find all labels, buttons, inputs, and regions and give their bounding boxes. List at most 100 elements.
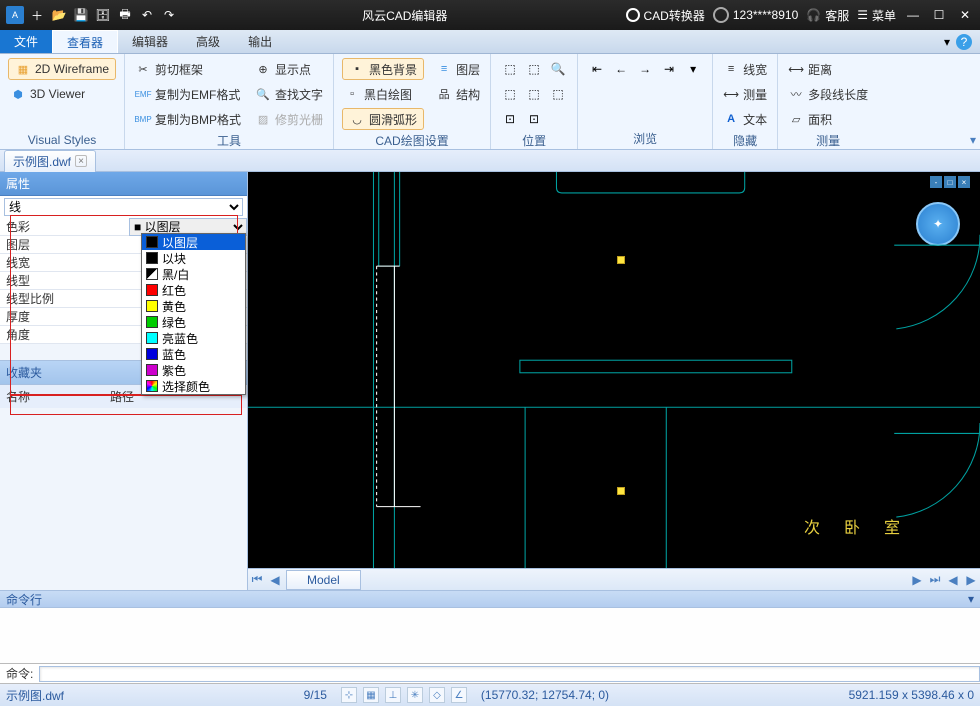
pos-btn-8[interactable]: ⊡ [523, 108, 545, 130]
dd-yellow[interactable]: 黄色 [142, 298, 245, 314]
sb-polar-icon[interactable]: ✳ [407, 687, 423, 703]
menu-viewer[interactable]: 查看器 [52, 30, 118, 53]
btn-clip-frame[interactable]: ✂剪切框架 [133, 58, 243, 80]
doc-tab[interactable]: 示例图.dwf × [4, 150, 96, 172]
btn-copy-emf[interactable]: EMF复制为EMF格式 [133, 83, 243, 105]
command-input[interactable] [39, 666, 980, 682]
nav-prev-icon[interactable]: ← [610, 58, 632, 80]
btn-hide-lw[interactable]: ≡线宽 [721, 58, 769, 80]
entity-type-row: 线 [0, 196, 247, 218]
model-first-icon[interactable]: ⏮ [248, 572, 266, 587]
drawing-canvas[interactable]: -□× ✦ [248, 172, 980, 568]
btn-2d-wireframe[interactable]: ▦2D Wireframe [8, 58, 116, 80]
btn-trim-raster: ▨修剪光栅 [253, 108, 325, 130]
status-coords: (15770.32; 12754.74; 0) [481, 688, 609, 702]
doc-tab-close-icon[interactable]: × [75, 155, 87, 167]
app-title: 风云CAD编辑器 [362, 7, 447, 24]
sb-osnap-icon[interactable]: ◇ [429, 687, 445, 703]
menu-file[interactable]: 文件 [0, 30, 52, 53]
app-icon: A [6, 6, 24, 24]
open-icon[interactable]: 📂 [50, 6, 68, 24]
ribbon-group-pos: ⬚⬚🔍 ⬚⬚⬚ ⊡⊡ 位置 [491, 54, 578, 149]
btn-copy-bmp[interactable]: BMP复制为BMP格式 [133, 108, 243, 130]
model-scroll-right-icon[interactable]: ▶ [962, 573, 980, 587]
dd-magenta[interactable]: 紫色 [142, 362, 245, 378]
entity-type-select[interactable]: 线 [4, 198, 243, 216]
prop-color-label: 色彩 [0, 218, 125, 235]
title-bar: A ＋ 📂 💾 🗄 🖶 ↶ ↷ 风云CAD编辑器 CAD转换器 123****8… [0, 0, 980, 30]
nav-last-icon[interactable]: ⇥ [658, 58, 680, 80]
menu-label[interactable]: ☰菜单 [857, 7, 896, 24]
doc-tab-label: 示例图.dwf [13, 153, 71, 170]
sb-snap-icon[interactable]: ⊹ [341, 687, 357, 703]
menu-editor[interactable]: 编辑器 [118, 30, 182, 53]
model-next-icon[interactable]: ▶ [908, 573, 926, 587]
dd-green[interactable]: 绿色 [142, 314, 245, 330]
btn-hide-measure[interactable]: ⟷测量 [721, 83, 769, 105]
menu-output[interactable]: 输出 [234, 30, 286, 53]
pos-btn-6[interactable]: ⬚ [547, 83, 569, 105]
btn-polylen[interactable]: 〰多段线长度 [786, 83, 870, 105]
dd-blue[interactable]: 蓝色 [142, 346, 245, 362]
nav-next-icon[interactable]: → [634, 58, 656, 80]
service-label[interactable]: 🎧客服 [806, 7, 849, 24]
sb-track-icon[interactable]: ∠ [451, 687, 467, 703]
pos-btn-7[interactable]: ⊡ [499, 108, 521, 130]
btn-area[interactable]: ▱面积 [786, 108, 870, 130]
btn-3d-viewer[interactable]: ⬢3D Viewer [8, 83, 116, 105]
grip-point[interactable] [617, 256, 625, 264]
model-last-icon[interactable]: ⏭ [926, 572, 944, 587]
pos-btn-4[interactable]: ⬚ [499, 83, 521, 105]
properties-panel: 属性 线 色彩 ■ 以图层 图层 线宽 线型 线型比例 厚度 角度 收藏夹 名称… [0, 172, 248, 590]
maximize-icon[interactable]: ☐ [930, 6, 948, 24]
btn-black-bg[interactable]: ▪黑色背景 [342, 58, 424, 80]
sb-grid-icon[interactable]: ▦ [363, 687, 379, 703]
user-label[interactable]: 123****8910 [713, 7, 798, 23]
btn-distance[interactable]: ⟷距离 [786, 58, 870, 80]
dd-blackwhite[interactable]: 黑/白 [142, 266, 245, 282]
model-tab[interactable]: Model [286, 570, 361, 590]
grip-point[interactable] [617, 487, 625, 495]
status-file: 示例图.dwf [6, 687, 64, 704]
dd-bylayer[interactable]: 以图层 [142, 234, 245, 250]
saveas-icon[interactable]: 🗄 [94, 6, 112, 24]
dd-choose[interactable]: 选择颜色 [142, 378, 245, 394]
btn-struct[interactable]: 品结构 [434, 83, 482, 105]
color-dropdown[interactable]: 以图层 以块 黑/白 红色 黄色 绿色 亮蓝色 蓝色 紫色 选择颜色 [141, 233, 246, 395]
minimize-icon[interactable]: — [904, 6, 922, 24]
command-line: 命令: [0, 664, 980, 684]
dd-byblock[interactable]: 以块 [142, 250, 245, 266]
ribbon-collapse-icon[interactable]: ▾ [970, 133, 976, 147]
model-scroll-left-icon[interactable]: ◀ [944, 573, 962, 587]
print-icon[interactable]: 🖶 [116, 6, 134, 24]
cmd-pin-icon[interactable]: ▾ [968, 592, 974, 606]
btn-find-text[interactable]: 🔍查找文字 [253, 83, 325, 105]
new-icon[interactable]: ＋ [28, 6, 46, 24]
pos-btn-1[interactable]: ⬚ [499, 58, 521, 80]
pos-btn-5[interactable]: ⬚ [523, 83, 545, 105]
btn-smooth-arc[interactable]: ◡圆滑弧形 [342, 108, 424, 130]
pos-btn-3[interactable]: 🔍 [547, 58, 569, 80]
properties-header: 属性 [0, 172, 247, 196]
save-icon[interactable]: 💾 [72, 6, 90, 24]
dd-cyan[interactable]: 亮蓝色 [142, 330, 245, 346]
pos-btn-2[interactable]: ⬚ [523, 58, 545, 80]
menu-advanced[interactable]: 高级 [182, 30, 234, 53]
sb-ortho-icon[interactable]: ⊥ [385, 687, 401, 703]
command-output [0, 608, 980, 664]
btn-bw-draw[interactable]: ▫黑白绘图 [342, 83, 424, 105]
btn-show-point[interactable]: ⊕显示点 [253, 58, 325, 80]
model-prev-icon[interactable]: ◀ [266, 573, 284, 587]
undo-icon[interactable]: ↶ [138, 6, 156, 24]
help-icon[interactable]: ? [956, 34, 972, 50]
redo-icon[interactable]: ↷ [160, 6, 178, 24]
dd-red[interactable]: 红色 [142, 282, 245, 298]
converter-icon[interactable]: CAD转换器 [626, 7, 705, 24]
btn-hide-text[interactable]: A文本 [721, 108, 769, 130]
dropdown-icon[interactable]: ▾ [944, 35, 950, 49]
close-icon[interactable]: ✕ [956, 6, 974, 24]
btn-layer[interactable]: ≡图层 [434, 58, 482, 80]
ribbon-group-measure: ⟷距离 〰多段线长度 ▱面积 测量 [778, 54, 878, 149]
nav-first-icon[interactable]: ⇤ [586, 58, 608, 80]
nav-more-icon[interactable]: ▾ [682, 58, 704, 80]
